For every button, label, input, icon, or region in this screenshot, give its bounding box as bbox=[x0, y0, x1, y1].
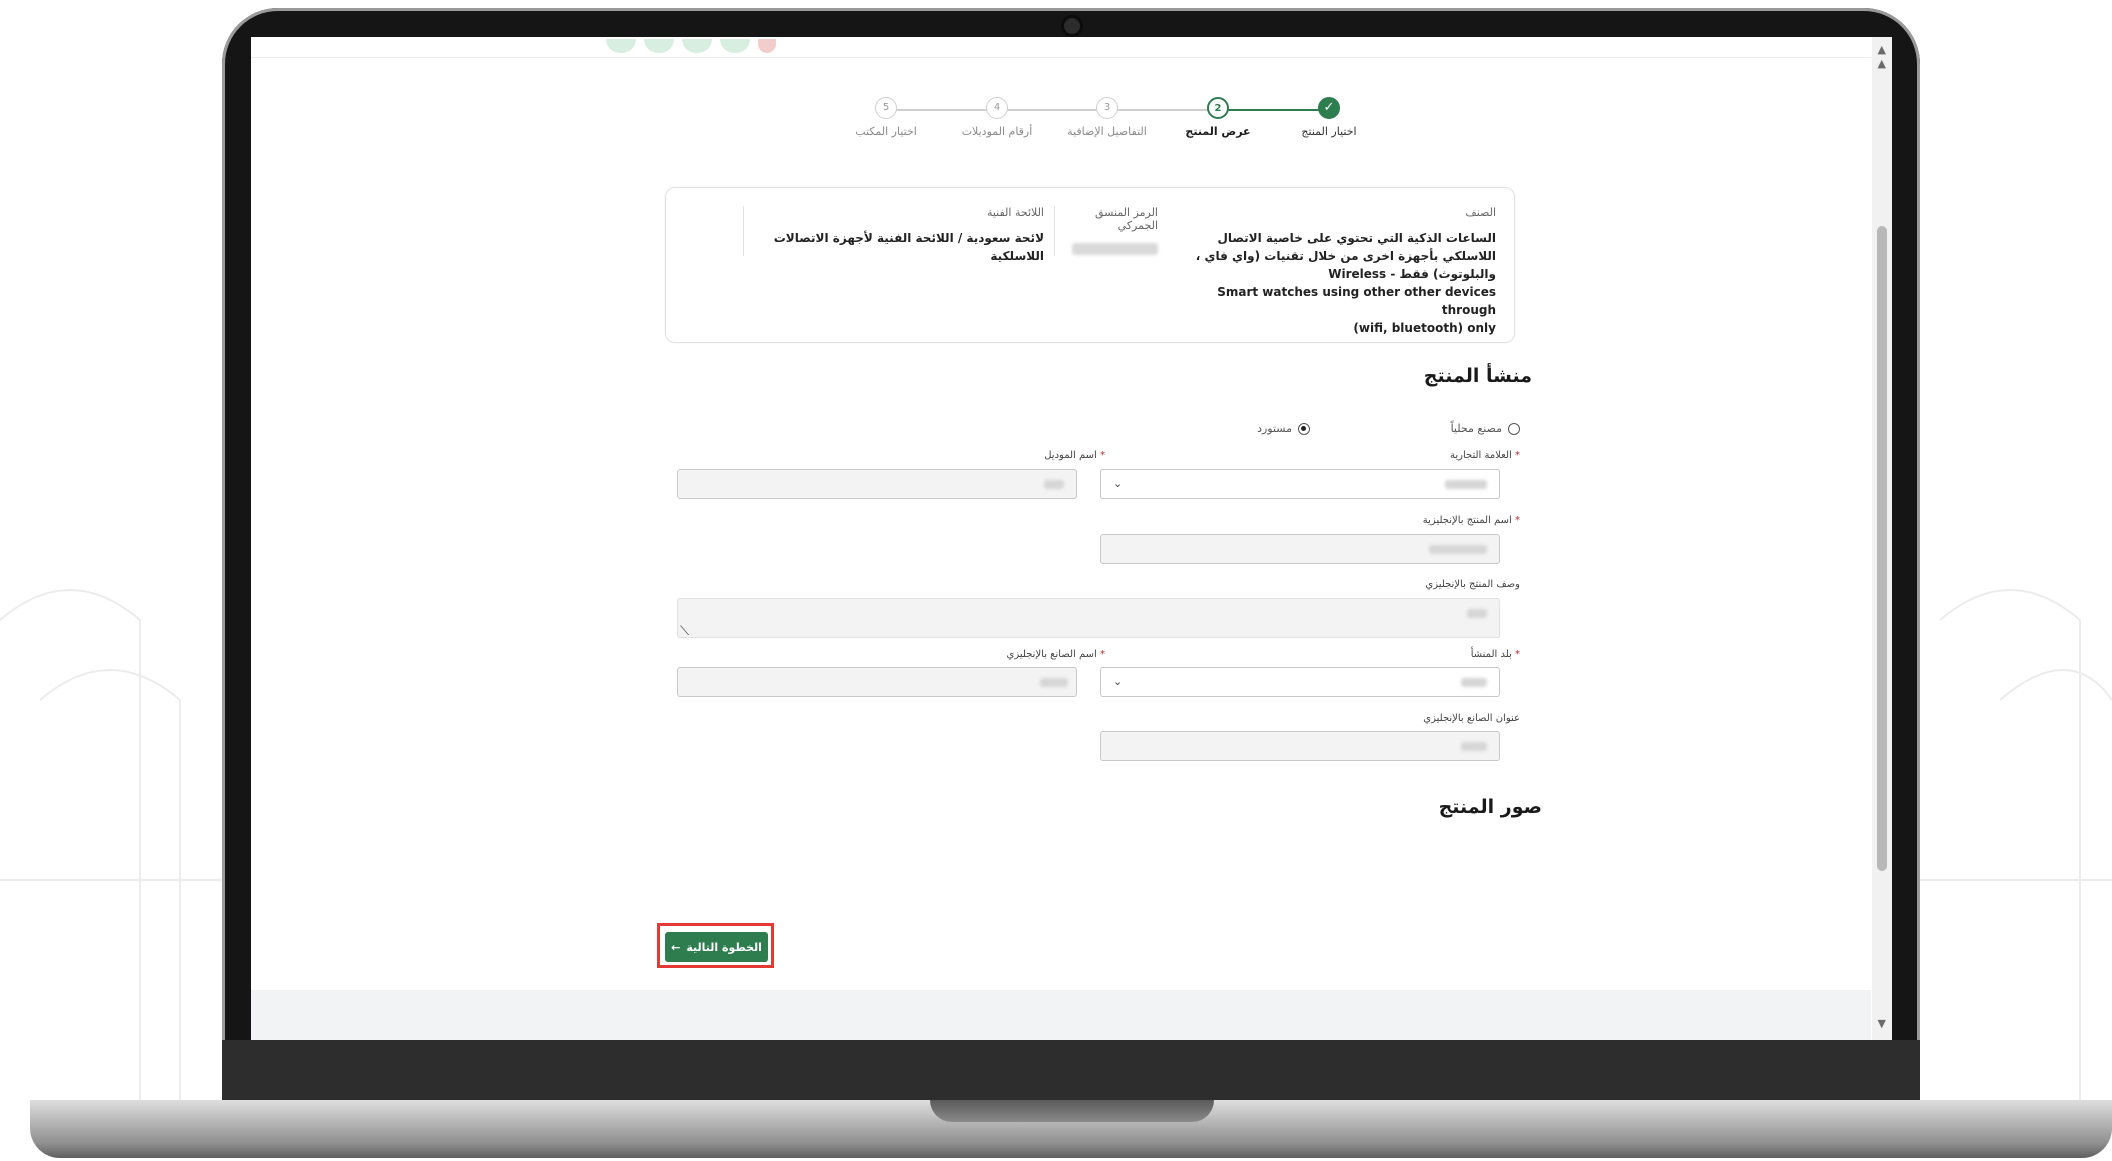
address-value-redacted bbox=[1461, 742, 1487, 751]
hs-code-label: الرمز المنسق الجمركي bbox=[1094, 206, 1158, 232]
step-3[interactable]: 3 التفاصيل الإضافية bbox=[1052, 97, 1162, 138]
radio-local[interactable]: مصنع محلياً bbox=[1451, 422, 1520, 435]
step-5[interactable]: 5 اختيار المكتب bbox=[831, 97, 941, 138]
product-desc-en-label: وصف المنتج بالإنجليزي bbox=[1425, 579, 1520, 590]
classification-value-en-1: Smart watches using other other devices … bbox=[1217, 285, 1496, 317]
step-number: 2 bbox=[1207, 97, 1229, 119]
arrow-left-icon: ← bbox=[671, 940, 681, 954]
radio-imported[interactable]: مستورد bbox=[1257, 422, 1310, 435]
step-2[interactable]: 2 عرض المنتج bbox=[1163, 97, 1273, 138]
origin-section-title: منشأ المنتج bbox=[1423, 365, 1532, 387]
step-number: 4 bbox=[986, 97, 1008, 119]
progress-stepper: 5 اختيار المكتب 4 أرقام الموديلات 3 التف… bbox=[831, 97, 1621, 147]
regulation-value: لائحة سعودية / اللائحة الفنية لأجهزة الا… bbox=[773, 231, 1044, 263]
brand-select[interactable]: ⌄ bbox=[1100, 469, 1500, 499]
model-name-input[interactable] bbox=[677, 469, 1077, 499]
manufacturer-name-en-input[interactable] bbox=[677, 667, 1077, 697]
radio-imported-label: مستورد bbox=[1257, 422, 1292, 435]
hs-code-value-redacted bbox=[1072, 243, 1158, 255]
next-step-label: الخطوة التالية bbox=[686, 940, 762, 954]
product-name-value-redacted bbox=[1429, 545, 1487, 554]
brand-label: * العلامة التجارية bbox=[1449, 450, 1520, 461]
classification-label: الصنف bbox=[1465, 206, 1496, 219]
scroll-up-arrow-icon[interactable]: ▲ bbox=[1878, 57, 1886, 70]
blurred-header-icons bbox=[606, 39, 776, 53]
step-label: اختيار المكتب bbox=[855, 125, 917, 138]
step-label: التفاصيل الإضافية bbox=[1067, 125, 1147, 138]
page-footer bbox=[251, 990, 1871, 1040]
vertical-scrollbar[interactable]: ▲ ▲ ▼ bbox=[1872, 37, 1892, 1040]
webcam-icon bbox=[1064, 18, 1080, 34]
product-images-title: صور المنتج bbox=[1438, 796, 1542, 818]
step-1[interactable]: ✓ اختيار المنتج bbox=[1274, 97, 1384, 138]
chevron-down-icon: ⌄ bbox=[1113, 477, 1123, 490]
step-number: 3 bbox=[1096, 97, 1118, 119]
chevron-down-icon: ⌄ bbox=[1113, 675, 1123, 688]
top-header-strip bbox=[251, 37, 1871, 58]
regulation-column: اللائحة الفنية لائحة سعودية / اللائحة ال… bbox=[743, 206, 1044, 263]
scroll-down-arrow-icon[interactable]: ▼ bbox=[1878, 1017, 1886, 1030]
hs-code-column: الرمز المنسق الجمركي bbox=[1054, 206, 1158, 256]
brand-value-redacted bbox=[1445, 480, 1487, 489]
step-label: عرض المنتج bbox=[1185, 125, 1251, 138]
resize-handle-icon[interactable]: ⟍ bbox=[680, 624, 689, 639]
next-step-button[interactable]: الخطوة التالية ← bbox=[665, 932, 768, 962]
model-value-redacted bbox=[1044, 480, 1064, 489]
step-number: 5 bbox=[875, 97, 897, 119]
manufacturer-name-en-label: * اسم الصانع بالإنجليزي bbox=[1006, 649, 1105, 660]
radio-circle-selected[interactable] bbox=[1298, 422, 1310, 435]
classification-column: الصنف الساعات الذكية التي تحتوي على خاصي… bbox=[1176, 206, 1496, 337]
product-name-en-input[interactable] bbox=[1100, 534, 1500, 564]
radio-circle[interactable] bbox=[1508, 422, 1520, 435]
scroll-up-arrow-icon[interactable]: ▲ bbox=[1878, 43, 1886, 56]
classification-value-ar: الساعات الذكية التي تحتوي على خاصية الات… bbox=[1195, 231, 1496, 281]
product-desc-en-textarea[interactable]: ⟍ bbox=[677, 598, 1500, 639]
radio-local-label: مصنع محلياً bbox=[1450, 422, 1502, 435]
check-icon: ✓ bbox=[1318, 97, 1340, 119]
product-name-en-label: * اسم المنتج بالإنجليزية bbox=[1422, 515, 1520, 526]
scrollbar-thumb[interactable] bbox=[1877, 226, 1887, 871]
description-value-redacted bbox=[1467, 609, 1487, 618]
product-info-card: الصنف الساعات الذكية التي تحتوي على خاصي… bbox=[665, 187, 1515, 343]
step-4[interactable]: 4 أرقام الموديلات bbox=[942, 97, 1052, 138]
country-value-redacted bbox=[1461, 678, 1487, 687]
model-name-label: * اسم الموديل bbox=[1044, 450, 1105, 461]
regulation-label: اللائحة الفنية bbox=[986, 206, 1044, 219]
origin-country-select[interactable]: ⌄ bbox=[1100, 667, 1500, 697]
step-label: اختيار المنتج bbox=[1301, 125, 1357, 138]
classification-value-en-2: (wifi, bluetooth) only bbox=[1353, 321, 1496, 335]
manufacturer-address-en-label: عنوان الصانع بالإنجليزي bbox=[1423, 713, 1520, 724]
origin-country-label: * بلد المنشأ bbox=[1470, 649, 1520, 660]
laptop-hinge-notch bbox=[930, 1100, 1214, 1122]
origin-radio-group: مصنع محلياً مستورد bbox=[920, 422, 1520, 442]
step-label: أرقام الموديلات bbox=[961, 125, 1033, 138]
manufacturer-value-redacted bbox=[1040, 678, 1068, 687]
laptop-screen: 5 اختيار المكتب 4 أرقام الموديلات 3 التف… bbox=[251, 37, 1892, 1040]
manufacturer-address-en-input[interactable] bbox=[1100, 731, 1500, 761]
